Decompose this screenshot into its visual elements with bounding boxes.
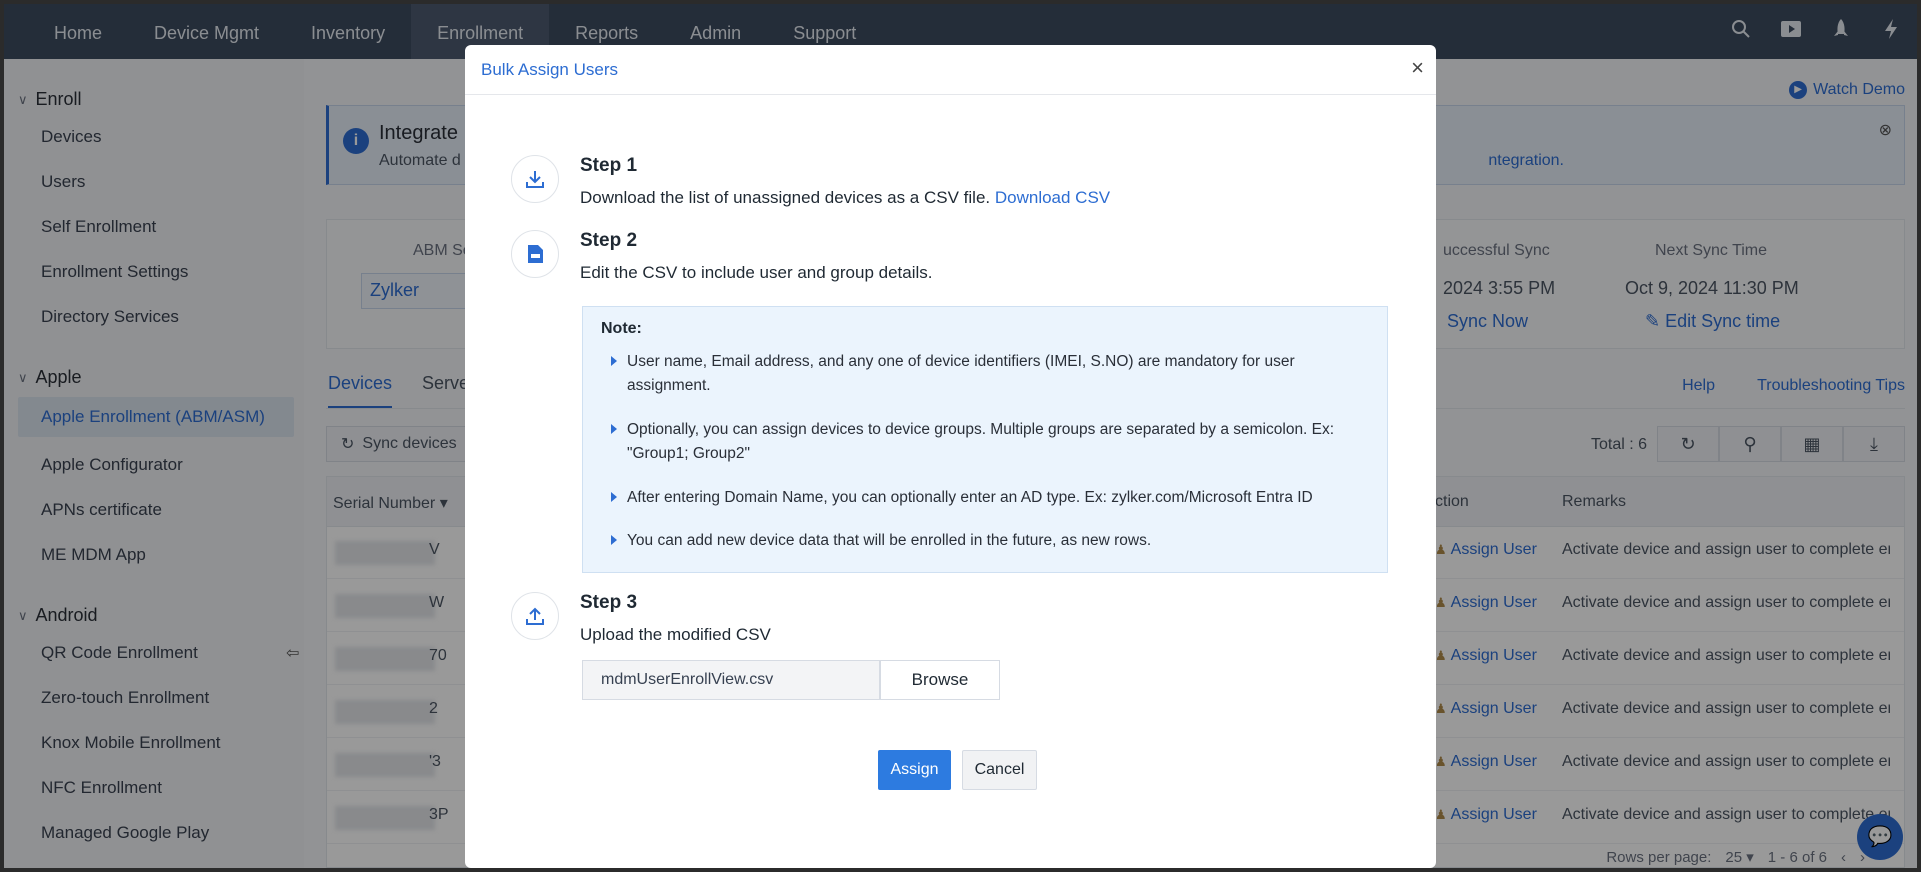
step1-title: Step 1 bbox=[580, 155, 638, 176]
caret-right-icon bbox=[611, 535, 617, 545]
step2-description: Edit the CSV to include user and group d… bbox=[580, 263, 933, 282]
note-text: After entering Domain Name, you can opti… bbox=[627, 489, 1313, 506]
note-item: User name, Email address, and any one of… bbox=[611, 350, 1351, 398]
csv-file-input[interactable]: mdmUserEnrollView.csv bbox=[582, 660, 880, 700]
step1-description: Download the list of unassigned devices … bbox=[580, 188, 1110, 208]
caret-right-icon bbox=[611, 492, 617, 502]
note-item: After entering Domain Name, you can opti… bbox=[611, 486, 1351, 510]
cancel-button[interactable]: Cancel bbox=[962, 750, 1037, 790]
step3-title: Step 3 bbox=[580, 592, 638, 613]
download-icon bbox=[511, 155, 559, 203]
bulk-assign-users-dialog: Bulk Assign Users × Step 1 Download the … bbox=[465, 45, 1436, 868]
step2-title: Step 2 bbox=[580, 230, 638, 251]
caret-right-icon bbox=[611, 424, 617, 434]
app-window: Home Device Mgmt Inventory Enrollment Re… bbox=[4, 4, 1917, 868]
dialog-title: Bulk Assign Users bbox=[481, 60, 618, 79]
note-text: Optionally, you can assign devices to de… bbox=[627, 421, 1335, 462]
note-box: Note: User name, Email address, and any … bbox=[582, 306, 1388, 573]
note-item: You can add new device data that will be… bbox=[611, 529, 1351, 553]
dialog-header: Bulk Assign Users × bbox=[465, 45, 1436, 95]
note-text: User name, Email address, and any one of… bbox=[627, 353, 1295, 394]
step3-description: Upload the modified CSV bbox=[580, 625, 771, 644]
note-item: Optionally, you can assign devices to de… bbox=[611, 418, 1351, 466]
note-title: Note: bbox=[601, 320, 642, 337]
browse-button[interactable]: Browse bbox=[880, 660, 1000, 700]
note-text: You can add new device data that will be… bbox=[627, 532, 1152, 549]
close-icon[interactable]: × bbox=[1411, 55, 1424, 81]
download-csv-link[interactable]: Download CSV bbox=[995, 188, 1110, 207]
csv-file-icon bbox=[511, 230, 559, 278]
assign-button[interactable]: Assign bbox=[878, 750, 951, 790]
upload-icon bbox=[511, 592, 559, 640]
step1-text: Download the list of unassigned devices … bbox=[580, 188, 991, 207]
caret-right-icon bbox=[611, 356, 617, 366]
